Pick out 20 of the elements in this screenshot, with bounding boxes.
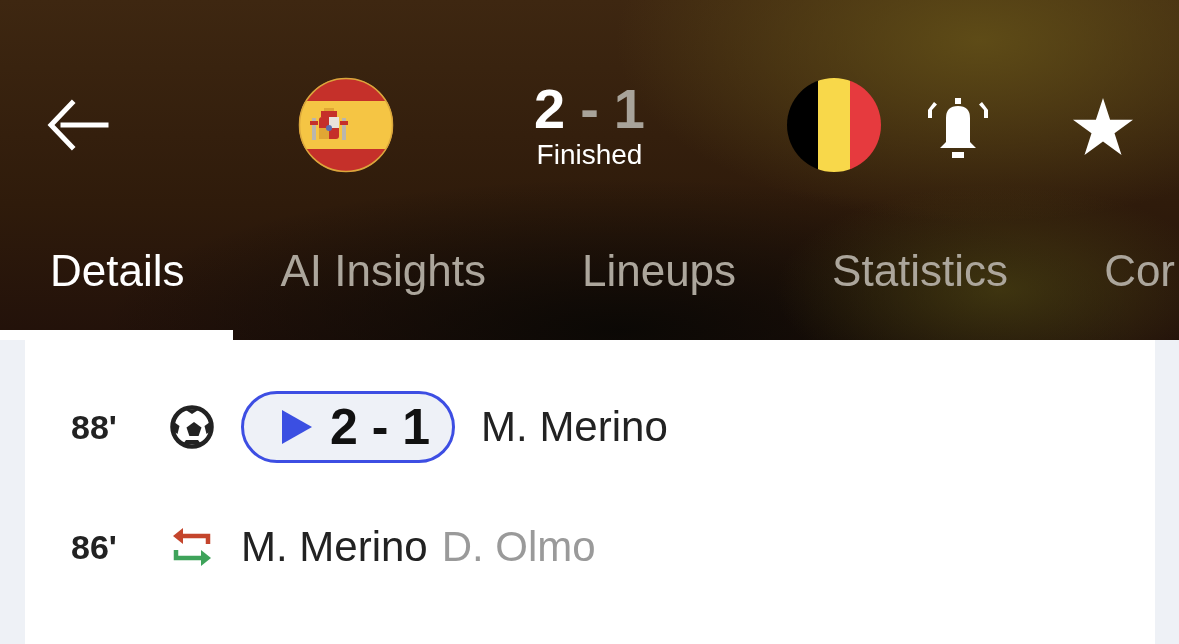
back-icon[interactable] <box>47 99 109 151</box>
player-out-name: D. Olmo <box>441 523 596 571</box>
player-in-name: M. Merino <box>241 523 428 571</box>
player-name: M. Merino <box>481 403 668 451</box>
match-status: Finished <box>536 138 643 172</box>
event-minute: 88' <box>71 407 118 447</box>
bell-icon[interactable] <box>925 98 990 158</box>
star-icon[interactable] <box>1072 97 1133 155</box>
flag-icon <box>785 77 882 173</box>
tab[interactable]: Lineups <box>533 230 785 340</box>
tab[interactable]: AI Insights <box>232 230 534 340</box>
tab[interactable]: Cor <box>1056 230 1176 340</box>
goal-score-button[interactable]: 2 - 1 <box>241 391 456 463</box>
tab[interactable]: Statistics <box>784 230 1057 340</box>
play-icon <box>282 410 312 444</box>
soccer-ball-icon <box>170 405 214 449</box>
event-minute: 86' <box>71 527 118 567</box>
away-score: 1 <box>613 80 645 137</box>
home-score: 2 <box>534 80 566 137</box>
score-separator: - <box>580 80 599 137</box>
